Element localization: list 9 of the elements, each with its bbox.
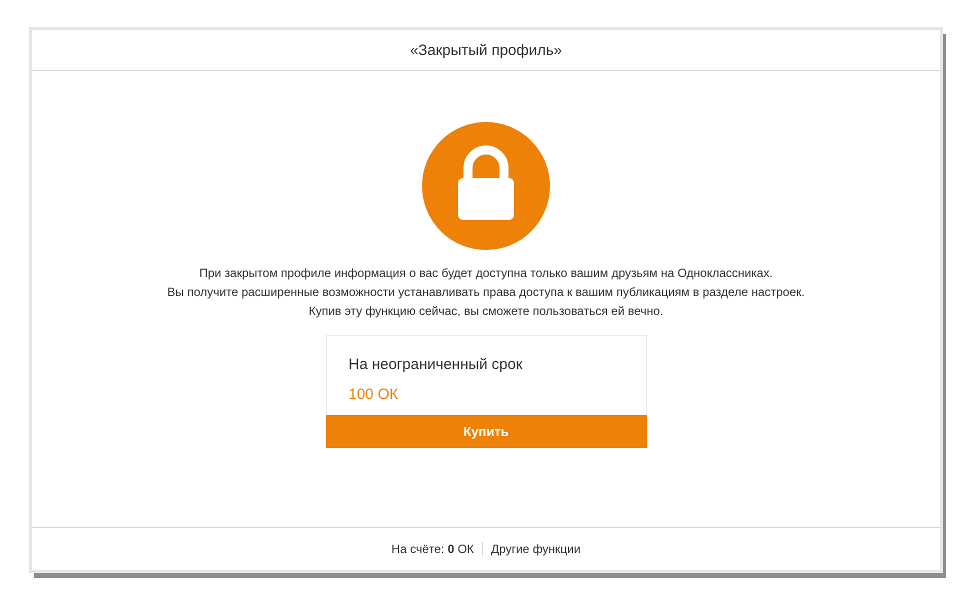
- description-text: При закрытом профиле информация о вас будет доступна только вашим друзьям на Одноклассниках.: [198, 265, 774, 282]
- other-functions-link[interactable]: Другие функции: [490, 542, 581, 556]
- dialog-title: «Закрытый профиль»: [410, 42, 562, 58]
- description-text: Вы получите расширенные возможности устанавливать права доступа к вашим публикациям в разделе настроек.: [167, 284, 805, 301]
- balance-text: На счёте: 0 ОК: [391, 542, 474, 556]
- offer-price: 100 ОК: [348, 385, 400, 405]
- padlock-icon: [422, 122, 550, 250]
- description-text: Купив эту функцию сейчас, вы сможете пользоваться ей вечно.: [308, 303, 664, 320]
- offer-term: На неограниченный срок: [348, 355, 524, 373]
